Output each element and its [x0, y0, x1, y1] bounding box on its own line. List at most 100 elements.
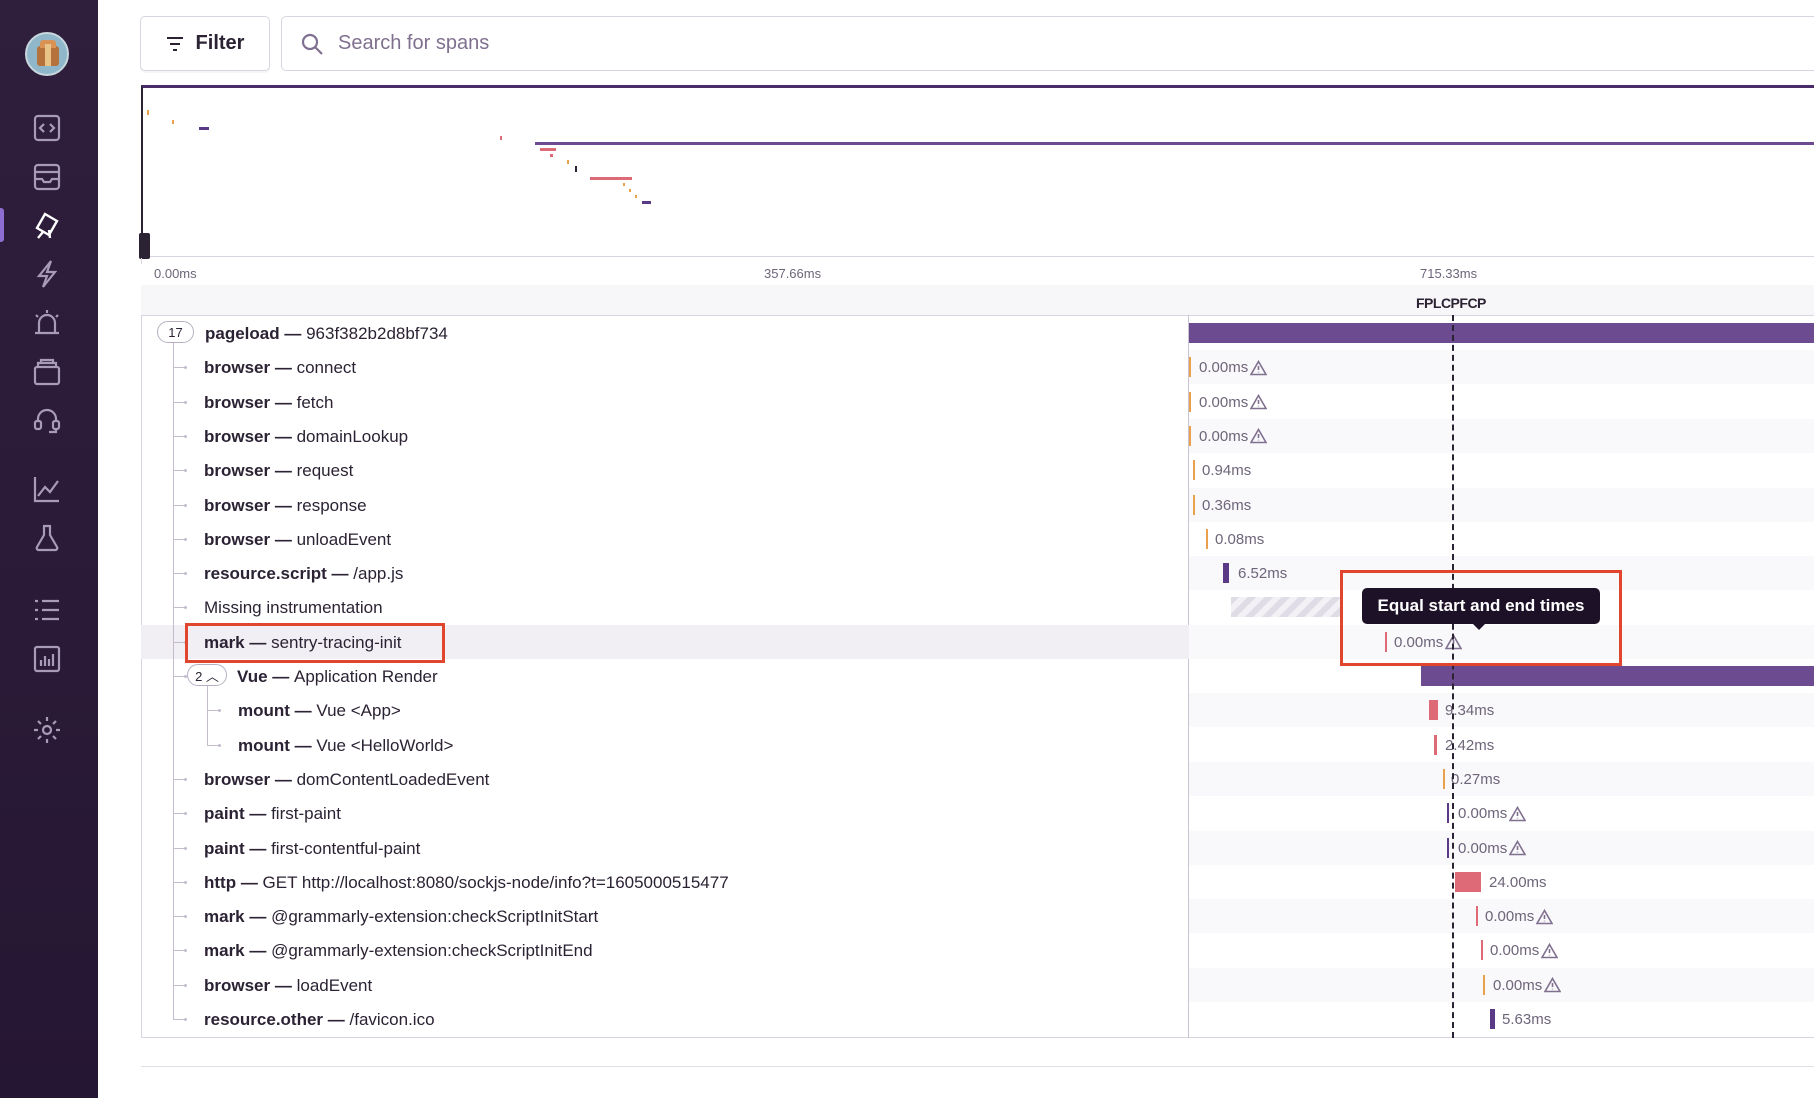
- span-bar[interactable]: [1481, 940, 1483, 961]
- span-minimap[interactable]: [139, 85, 1814, 259]
- span-bar-cell[interactable]: 9.34ms: [1189, 693, 1814, 728]
- span-bar-cell[interactable]: 0.36ms: [1189, 487, 1814, 522]
- span-bar[interactable]: [1189, 357, 1191, 378]
- minimap-handle[interactable]: [139, 233, 150, 259]
- span-bar[interactable]: [1447, 837, 1449, 858]
- warning-icon[interactable]: [1250, 428, 1268, 444]
- span-bar-cell[interactable]: 0.27ms: [1189, 761, 1814, 796]
- span-label[interactable]: resource.script — /app.js: [204, 564, 403, 584]
- span-row[interactable]: mount — Vue <HelloWorld> 2.42ms: [141, 728, 1814, 762]
- span-label[interactable]: browser — loadEvent: [204, 976, 372, 996]
- span-bar[interactable]: [1476, 906, 1478, 927]
- collapse-toggle[interactable]: 2 ︿: [187, 664, 227, 686]
- span-bar[interactable]: [1193, 460, 1195, 481]
- warning-icon[interactable]: [1250, 394, 1268, 410]
- span-bar[interactable]: [1189, 323, 1814, 343]
- span-bar[interactable]: [1455, 871, 1481, 892]
- warning-icon[interactable]: [1536, 908, 1554, 925]
- span-bar-cell[interactable]: 0.94ms: [1189, 453, 1814, 487]
- support-icon[interactable]: [30, 404, 64, 438]
- span-bar-cell[interactable]: 24.00ms: [1189, 865, 1814, 899]
- span-label[interactable]: paint — first-contentful-paint: [204, 839, 420, 859]
- child-count-toggle[interactable]: 17: [157, 321, 194, 343]
- span-row[interactable]: browser — unloadEvent 0.08ms: [141, 522, 1814, 556]
- warning-icon[interactable]: [1509, 805, 1527, 822]
- span-row[interactable]: browser — fetch 0.00ms: [141, 385, 1814, 419]
- filter-button[interactable]: Filter: [140, 16, 270, 71]
- span-bar[interactable]: [1443, 768, 1445, 789]
- span-label[interactable]: Missing instrumentation: [204, 598, 383, 618]
- span-bar-cell[interactable]: 2.42ms: [1189, 728, 1814, 762]
- span-bar[interactable]: [1483, 974, 1485, 995]
- span-label[interactable]: paint — first-paint: [204, 804, 341, 824]
- span-row[interactable]: browser — domContentLoadedEvent 0.27ms: [141, 761, 1814, 796]
- span-label[interactable]: pageload — 963f382b2d8bf734: [205, 324, 448, 344]
- warning-icon[interactable]: [1509, 840, 1527, 856]
- span-row[interactable]: mark — @grammarly-extension:checkScriptI…: [141, 933, 1814, 967]
- span-row[interactable]: browser — request 0.94ms: [141, 453, 1814, 487]
- span-label[interactable]: browser — fetch: [204, 393, 333, 413]
- warning-icon[interactable]: [1541, 942, 1559, 959]
- span-row[interactable]: browser — domainLookup 0.00ms: [141, 418, 1814, 453]
- span-bar[interactable]: [1189, 425, 1191, 446]
- span-row[interactable]: browser — loadEvent 0.00ms: [141, 967, 1814, 1002]
- stats-icon[interactable]: [30, 642, 64, 676]
- span-row[interactable]: resource.other — /favicon.ico 5.63ms: [141, 1002, 1814, 1036]
- span-row[interactable]: http — GET http://localhost:8080/sockjs-…: [141, 865, 1814, 899]
- span-label[interactable]: mark — @grammarly-extension:checkScriptI…: [204, 907, 598, 927]
- span-row[interactable]: browser — connect 0.00ms: [141, 350, 1814, 385]
- span-bar[interactable]: [1223, 563, 1229, 584]
- span-bar-cell[interactable]: 0.00ms: [1189, 967, 1814, 1002]
- span-bar[interactable]: [1490, 1009, 1495, 1029]
- span-bar[interactable]: [1429, 700, 1438, 721]
- dashboards-icon[interactable]: [30, 472, 64, 506]
- releases-icon[interactable]: [30, 257, 64, 291]
- span-bar[interactable]: [1189, 391, 1191, 412]
- span-label[interactable]: http — GET http://localhost:8080/sockjs-…: [204, 873, 729, 893]
- span-bar-cell[interactable]: 0.00ms: [1189, 899, 1814, 934]
- span-bar[interactable]: [1447, 803, 1449, 824]
- search-input[interactable]: [338, 32, 1138, 55]
- span-label[interactable]: mark — @grammarly-extension:checkScriptI…: [204, 941, 593, 961]
- span-row[interactable]: mark — @grammarly-extension:checkScriptI…: [141, 899, 1814, 934]
- span-label[interactable]: resource.other — /favicon.ico: [204, 1010, 435, 1030]
- span-bar-cell[interactable]: 0.00ms: [1189, 830, 1814, 865]
- span-bar-cell[interactable]: 0.00ms: [1189, 796, 1814, 830]
- discover-icon[interactable]: [30, 521, 64, 555]
- span-bar-cell[interactable]: 0.00ms: [1189, 350, 1814, 385]
- span-label[interactable]: browser — domContentLoadedEvent: [204, 770, 489, 790]
- archive-icon[interactable]: [30, 355, 64, 389]
- span-bar-cell[interactable]: 0.00ms: [1189, 418, 1814, 453]
- span-label[interactable]: browser — domainLookup: [204, 427, 408, 447]
- span-row[interactable]: browser — response 0.36ms: [141, 487, 1814, 522]
- performance-icon[interactable]: [30, 208, 64, 242]
- warning-icon[interactable]: [1544, 977, 1562, 993]
- span-label[interactable]: mount — Vue <HelloWorld>: [238, 736, 453, 756]
- settings-icon[interactable]: [30, 713, 64, 747]
- projects-icon[interactable]: [30, 111, 64, 145]
- span-row[interactable]: paint — first-contentful-paint 0.00ms: [141, 830, 1814, 865]
- span-label[interactable]: browser — response: [204, 496, 367, 516]
- span-label[interactable]: browser — connect: [204, 358, 356, 378]
- span-label[interactable]: Vue — Application Render: [237, 667, 438, 687]
- warning-icon[interactable]: [1250, 359, 1268, 376]
- span-bar[interactable]: [1421, 666, 1814, 686]
- span-bar-cell[interactable]: 5.63ms: [1189, 1002, 1814, 1036]
- span-bar[interactable]: [1434, 734, 1437, 755]
- issues-icon[interactable]: [30, 160, 64, 194]
- span-bar-cell[interactable]: [1189, 316, 1814, 350]
- span-label[interactable]: browser — request: [204, 461, 353, 481]
- span-bar[interactable]: [1206, 528, 1208, 549]
- alerts-icon[interactable]: [30, 306, 64, 340]
- span-label[interactable]: browser — unloadEvent: [204, 530, 391, 550]
- span-bar-cell[interactable]: 0.00ms: [1189, 385, 1814, 419]
- span-row[interactable]: 17 pageload — 963f382b2d8bf734: [141, 316, 1814, 350]
- span-row[interactable]: mount — Vue <App> 9.34ms: [141, 693, 1814, 728]
- span-bar[interactable]: [1193, 494, 1195, 515]
- span-label[interactable]: mount — Vue <App>: [238, 701, 401, 721]
- span-bar-cell[interactable]: 0.00ms: [1189, 933, 1814, 967]
- org-avatar[interactable]: [25, 32, 69, 76]
- span-row[interactable]: paint — first-paint 0.00ms: [141, 796, 1814, 830]
- activity-icon[interactable]: [30, 593, 64, 627]
- search-bar[interactable]: [281, 16, 1814, 71]
